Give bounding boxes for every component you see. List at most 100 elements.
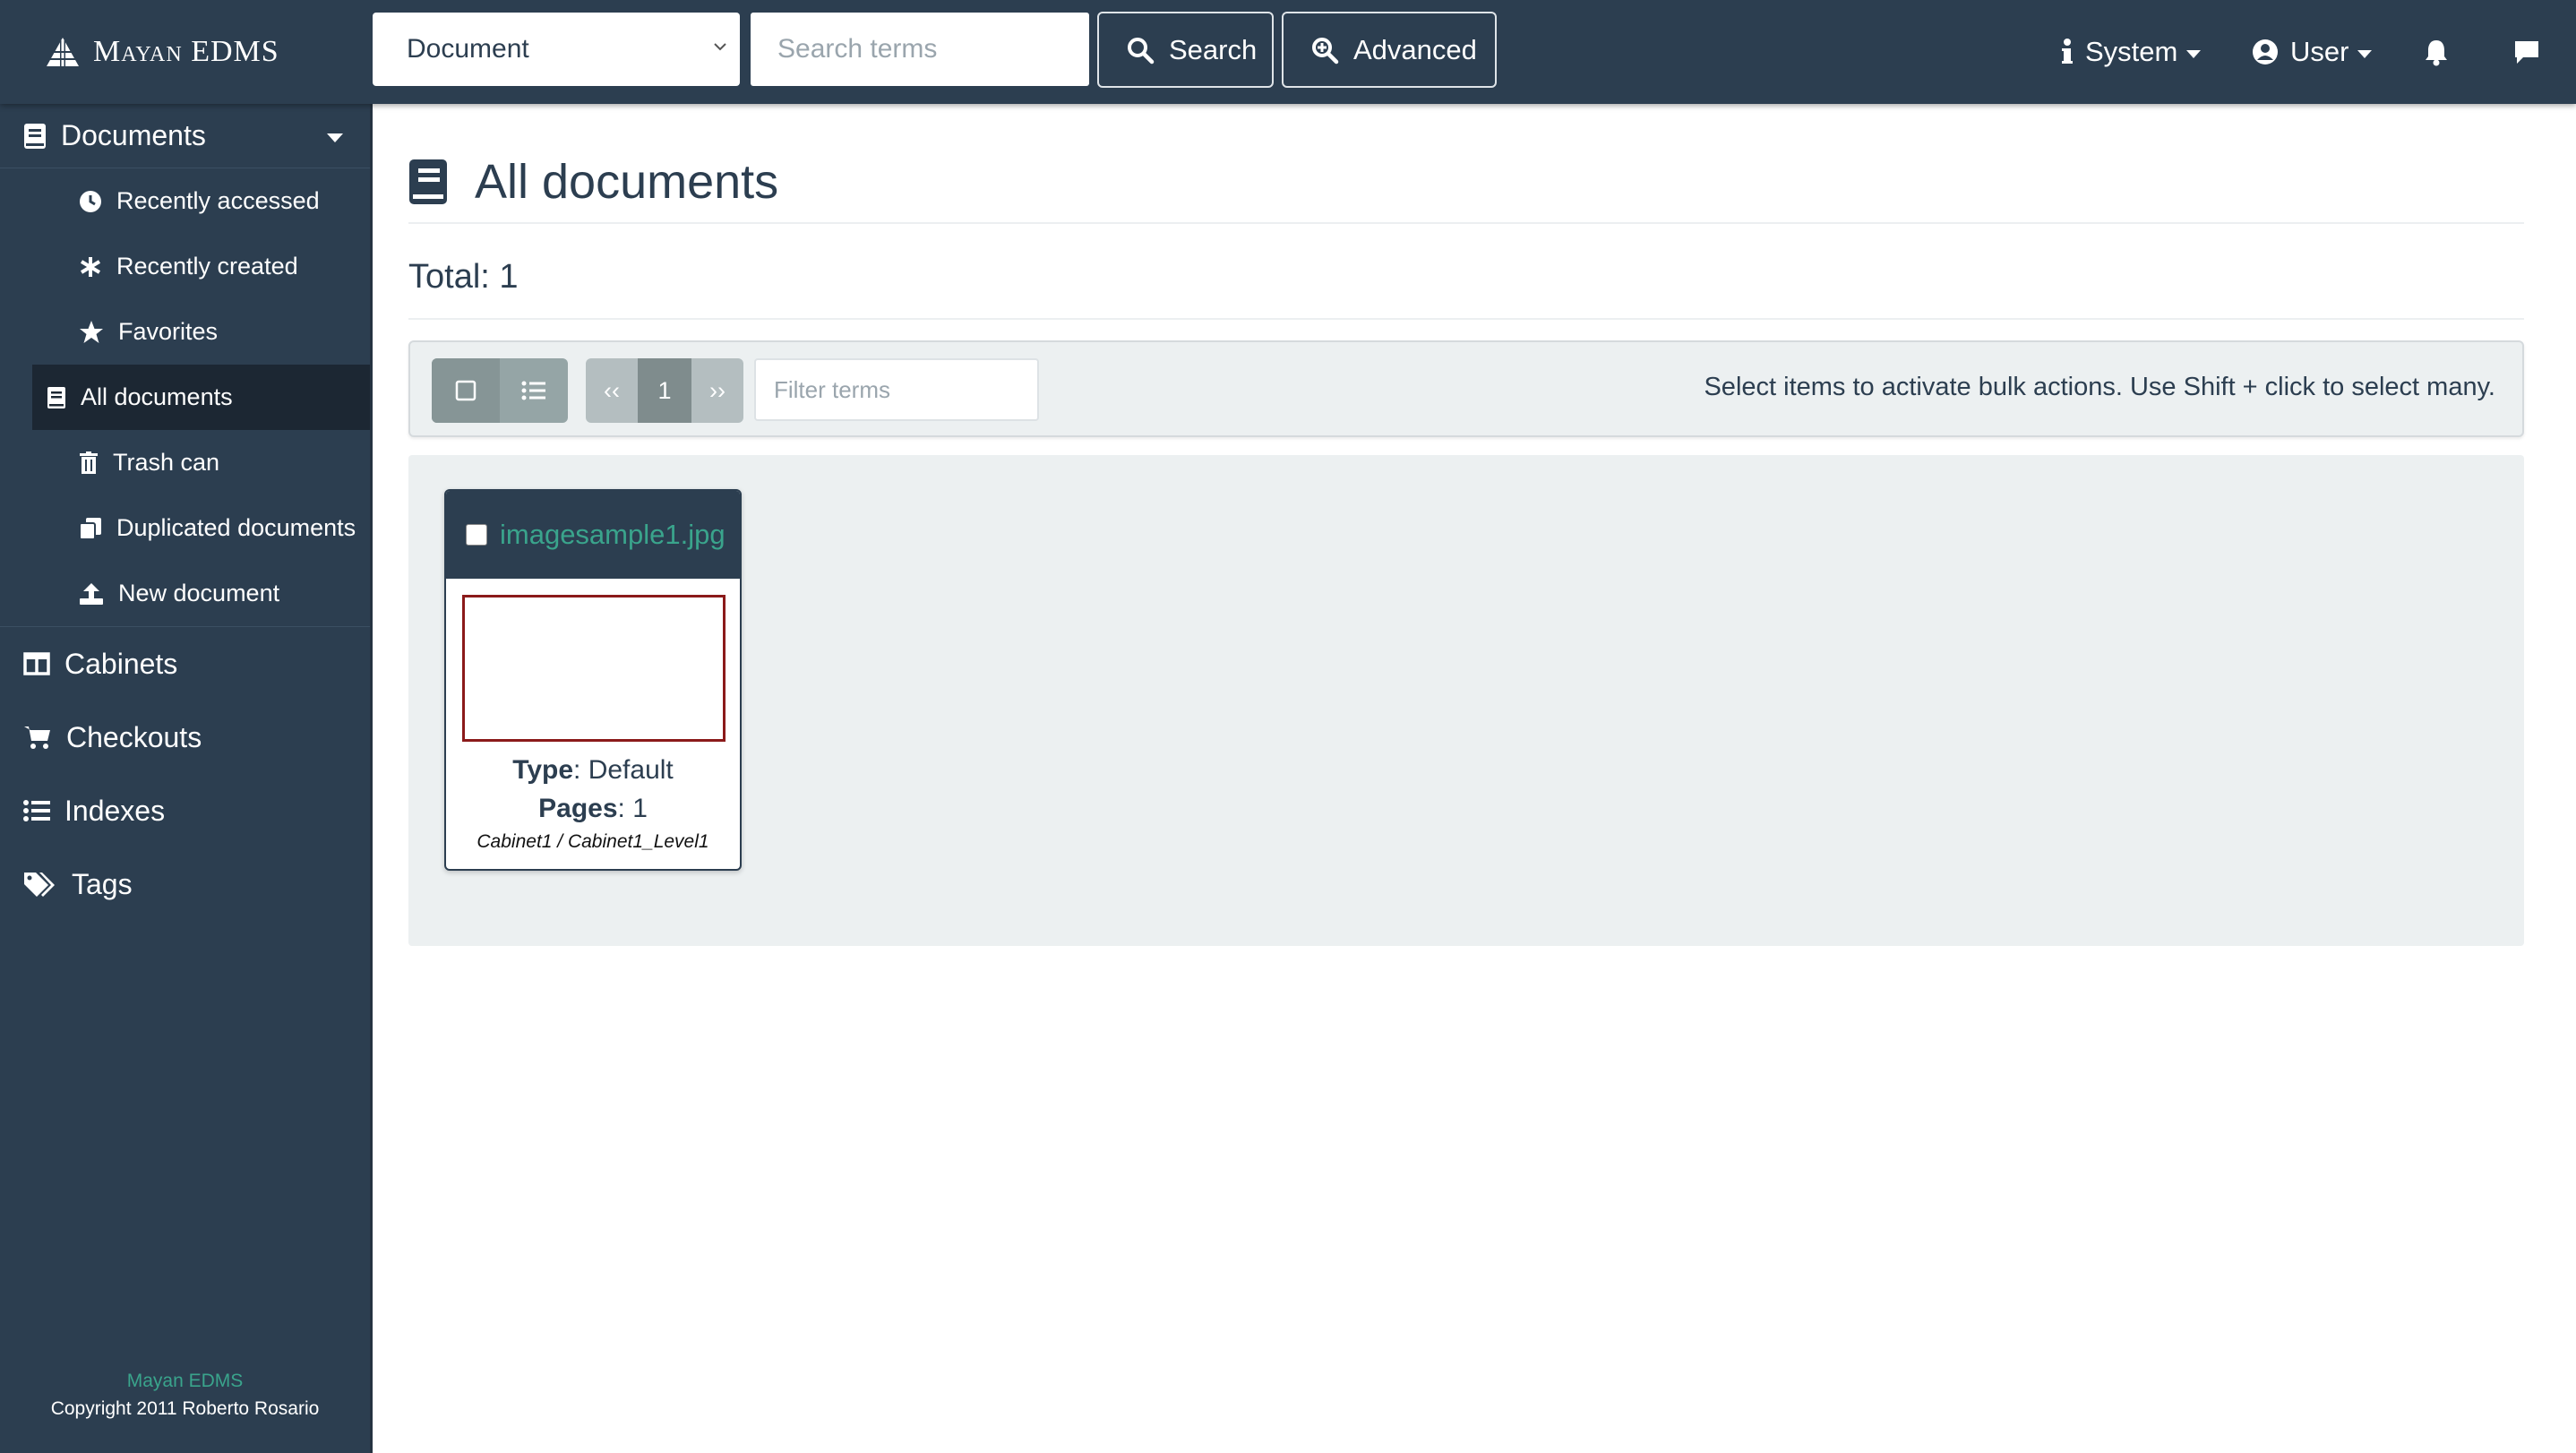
pages-label: Pages <box>538 794 618 823</box>
document-pages-row: Pages: 1 <box>538 794 648 823</box>
caret-down-icon <box>2186 49 2202 58</box>
total-count: Total: 1 <box>408 258 519 296</box>
info-icon <box>2062 39 2073 64</box>
caret-down-icon <box>2357 49 2373 58</box>
filter-input[interactable]: Filter terms <box>754 358 1039 421</box>
system-menu-label: System <box>2085 36 2178 67</box>
top-navbar: Mayan EDMS Document Search terms Search … <box>0 0 2576 104</box>
sidebar-item-recently-created[interactable]: Recently created <box>32 234 370 299</box>
notifications-button[interactable] <box>2424 27 2460 77</box>
sidebar-item-recently-accessed[interactable]: Recently accessed <box>32 168 370 234</box>
upload-icon <box>80 582 103 605</box>
search-model-value: Document <box>407 34 529 64</box>
brand-logo[interactable]: Mayan EDMS <box>45 30 279 73</box>
user-circle-icon <box>2253 39 2278 64</box>
divider <box>408 222 2524 224</box>
columns-icon <box>23 652 50 675</box>
page-title-text: All documents <box>475 155 779 209</box>
page-title: All documents <box>408 145 778 219</box>
sidebar-item-all-documents[interactable]: All documents <box>32 365 370 430</box>
pagination-current[interactable]: 1 <box>638 358 691 423</box>
cart-icon <box>24 726 50 749</box>
search-icon <box>1128 37 1155 64</box>
sidebar-item-label: Favorites <box>118 318 219 345</box>
brand-name: Mayan EDMS <box>93 35 279 68</box>
divider <box>408 318 2524 320</box>
tags-icon <box>24 873 55 897</box>
advanced-search-button[interactable]: Advanced <box>1282 12 1497 88</box>
book-icon <box>409 159 447 204</box>
pagination-prev[interactable]: ‹‹ <box>586 358 638 423</box>
list-view-button[interactable] <box>500 358 568 423</box>
sidebar-item-label: All documents <box>81 383 233 410</box>
bell-icon <box>2426 40 2447 66</box>
sidebar-item-label: Trash can <box>113 449 220 476</box>
system-menu[interactable]: System <box>2060 27 2202 77</box>
square-icon <box>455 380 477 401</box>
trash-icon <box>80 451 98 474</box>
document-title-link[interactable]: imagesample1.jpg <box>500 519 726 551</box>
search-plus-icon <box>1312 37 1339 64</box>
sidebar: Documents Recently accessed Recently cre… <box>0 104 373 1453</box>
user-menu-label: User <box>2290 36 2349 67</box>
sidebar-item-tags[interactable]: Tags <box>0 847 370 921</box>
sidebar-item-label: Tags <box>72 867 133 900</box>
documents-submenu: Recently accessed Recently created Favor… <box>0 168 370 626</box>
sidebar-item-new-document[interactable]: New document <box>32 561 370 626</box>
document-card-header: imagesample1.jpg <box>446 491 740 579</box>
copy-icon <box>79 517 101 540</box>
list-toolbar: ‹‹ 1 ›› Filter terms Select items to act… <box>408 340 2524 437</box>
document-type-row: Type: Default <box>512 755 674 785</box>
grid-view-button[interactable] <box>432 358 500 423</box>
sidebar-item-label: Cabinets <box>64 647 178 680</box>
sidebar-item-label: Checkouts <box>66 720 202 753</box>
sidebar-item-duplicated-documents[interactable]: Duplicated documents <box>32 495 370 561</box>
filter-placeholder: Filter terms <box>774 375 890 403</box>
comment-icon <box>2515 41 2538 64</box>
sidebar-documents-label: Documents <box>61 119 206 151</box>
sidebar-footer: Mayan EDMS Copyright 2011 Roberto Rosari… <box>0 1367 370 1423</box>
list-icon <box>521 381 545 400</box>
document-card: imagesample1.jpg Type: Default Pages: 1 … <box>444 489 742 871</box>
sidebar-item-label: Duplicated documents <box>116 514 356 541</box>
sidebar-item-indexes[interactable]: Indexes <box>0 774 370 847</box>
document-cabinets: Cabinet1 / Cabinet1_Level1 <box>477 831 709 852</box>
document-grid: imagesample1.jpg Type: Default Pages: 1 … <box>408 455 2524 946</box>
search-model-select[interactable]: Document <box>373 13 740 86</box>
list-icon <box>23 800 50 821</box>
sidebar-item-checkouts[interactable]: Checkouts <box>0 701 370 774</box>
footer-copyright: Copyright 2011 Roberto Rosario <box>50 1398 320 1419</box>
book-icon <box>47 386 65 408</box>
search-input[interactable]: Search terms <box>751 13 1089 86</box>
clock-icon <box>80 190 101 212</box>
search-placeholder: Search terms <box>777 34 938 64</box>
advanced-button-label: Advanced <box>1353 33 1477 65</box>
sidebar-item-label: Recently created <box>116 253 298 279</box>
sidebar-item-trash-can[interactable]: Trash can <box>32 430 370 495</box>
messages-button[interactable] <box>2512 27 2552 77</box>
document-select-checkbox[interactable] <box>466 524 487 546</box>
sidebar-item-favorites[interactable]: Favorites <box>32 299 370 365</box>
view-mode-toggle <box>432 358 568 423</box>
star-icon <box>80 321 103 343</box>
bulk-actions-hint: Select items to activate bulk actions. U… <box>1704 373 2495 401</box>
pagination: ‹‹ 1 ›› <box>586 358 743 423</box>
sidebar-item-label: Recently accessed <box>116 187 320 214</box>
pagination-next[interactable]: ›› <box>691 358 743 423</box>
caret-down-icon <box>327 133 343 142</box>
sidebar-item-label: Indexes <box>64 794 166 827</box>
document-metadata: Type: Default Pages: 1 <box>446 751 740 828</box>
sidebar-item-cabinets[interactable]: Cabinets <box>0 627 370 701</box>
document-thumbnail[interactable] <box>462 595 726 742</box>
user-menu[interactable]: User <box>2251 27 2373 77</box>
sidebar-item-label: New document <box>118 580 280 606</box>
asterisk-icon <box>80 256 101 277</box>
type-label: Type <box>512 755 574 785</box>
search-button[interactable]: Search <box>1097 12 1274 88</box>
pages-value: 1 <box>632 794 648 823</box>
book-icon <box>24 123 46 149</box>
type-value: Default <box>588 755 674 785</box>
footer-app-link[interactable]: Mayan EDMS <box>0 1367 370 1395</box>
search-button-label: Search <box>1169 33 1258 65</box>
sidebar-documents-header[interactable]: Documents <box>0 104 370 168</box>
